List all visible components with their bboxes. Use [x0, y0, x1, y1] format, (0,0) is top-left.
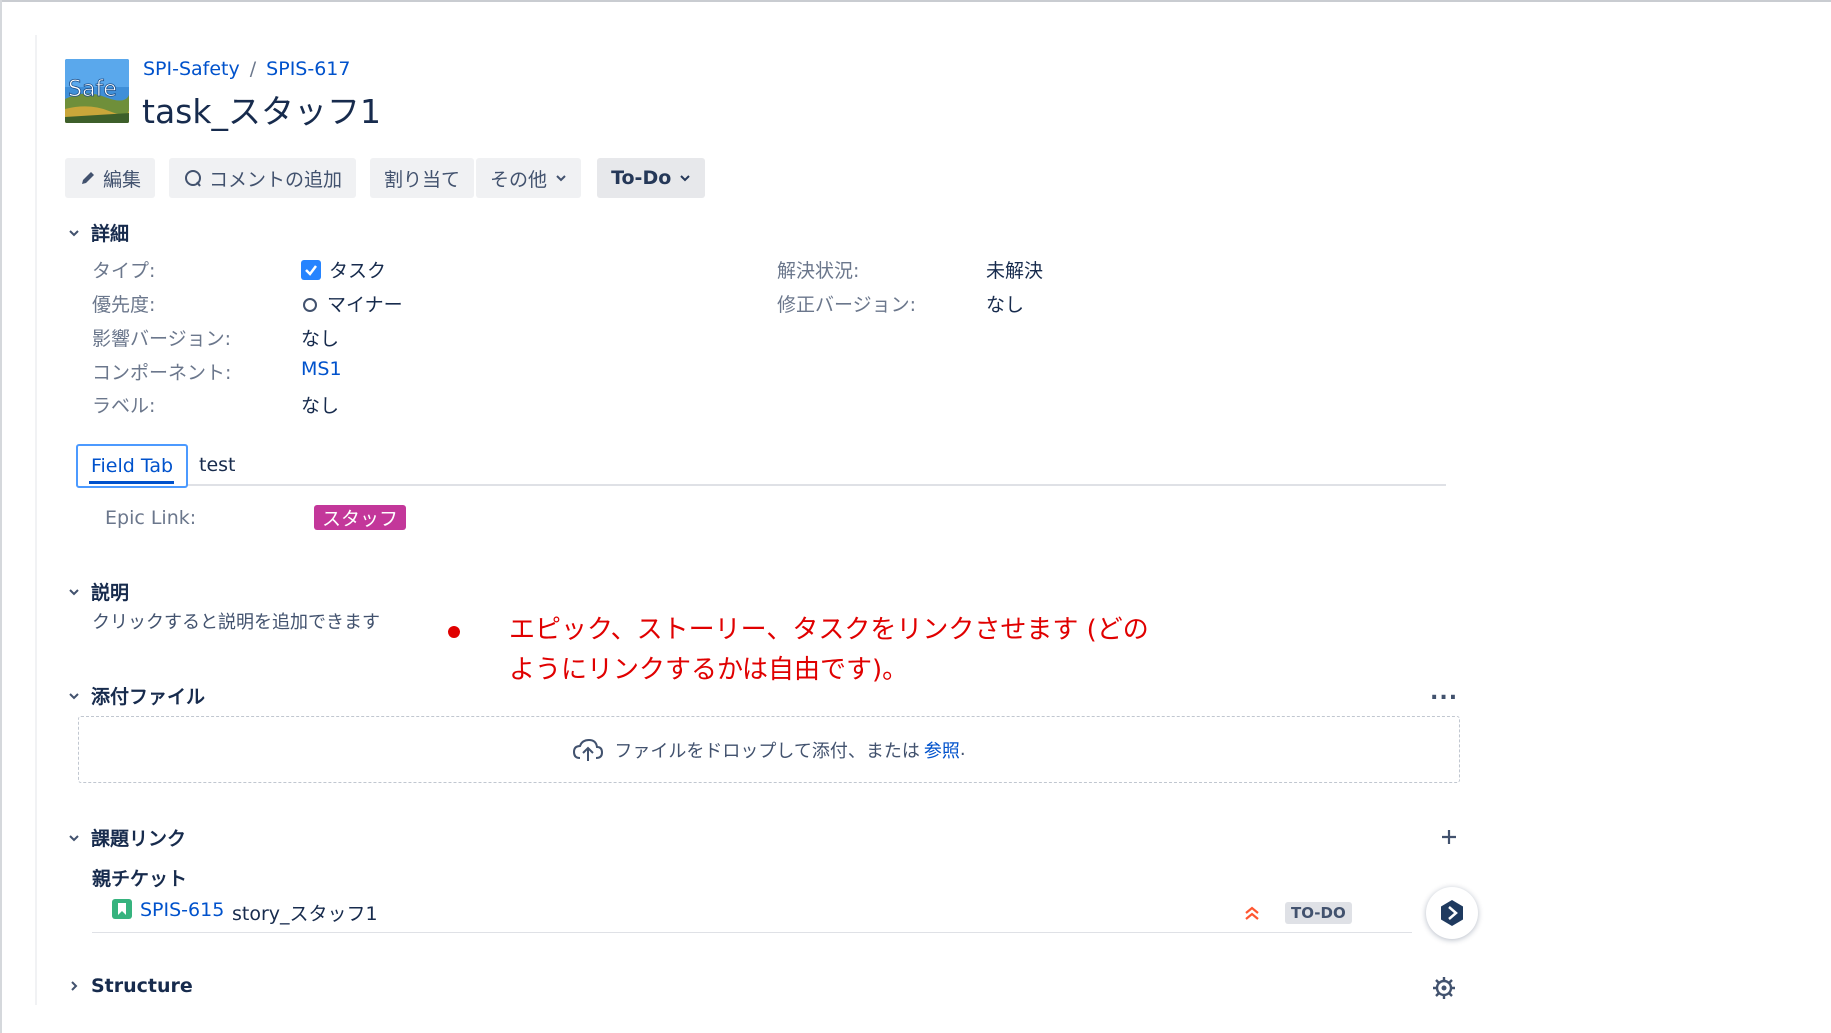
chevron-down-icon [65, 224, 83, 242]
affects-version-label: 影響バージョン: [92, 328, 232, 350]
browse-link[interactable]: 参照 [924, 737, 960, 763]
add-link-button[interactable] [1437, 825, 1461, 849]
component-label: コンポーネント: [92, 362, 232, 384]
annotation-note: エピック、ストーリー、タスクをリンクさせます (どの ようにリンクするかは自由で… [509, 610, 1229, 690]
plus-icon [1442, 830, 1456, 844]
component-link[interactable]: MS1 [301, 358, 342, 380]
chevron-down-icon [65, 583, 83, 601]
breadcrumb-project-link[interactable]: SPI-Safety [143, 58, 240, 80]
app-hexagon-icon [1441, 900, 1463, 926]
issue-title[interactable]: task_スタッフ1 [142, 85, 381, 133]
project-avatar[interactable]: Safe [65, 59, 129, 123]
assign-button-label: 割り当て [384, 168, 461, 191]
chevron-right-icon [65, 977, 83, 995]
priority-label: 優先度: [92, 294, 156, 316]
chevron-down-icon [679, 172, 691, 184]
highest-priority-icon [1242, 903, 1262, 923]
action-button-group: 割り当て その他 [370, 158, 583, 198]
pencil-icon [79, 169, 97, 187]
priority-value[interactable]: マイナー [301, 290, 403, 317]
add-comment-button[interactable]: コメントの追加 [169, 158, 357, 198]
description-section-header[interactable]: 説明 [65, 578, 129, 605]
description-section-title: 説明 [91, 582, 130, 604]
assign-button[interactable]: 割り当て [370, 158, 475, 198]
edit-button-label: 編集 [103, 168, 142, 191]
status-transition-button[interactable]: To-Do [597, 158, 706, 198]
linked-issue-summary[interactable]: story_スタッフ1 [232, 899, 378, 926]
epic-link-label: Epic Link: [105, 507, 197, 529]
parent-ticket-heading: 親チケット [92, 868, 188, 890]
attachments-section-header[interactable]: 添付ファイル [65, 682, 205, 709]
details-section-title: 詳細 [91, 223, 130, 245]
issue-links-section-title: 課題リンク [91, 828, 187, 850]
task-type-icon [301, 259, 321, 280]
edit-button[interactable]: 編集 [65, 158, 156, 198]
linked-issue-row[interactable]: SPIS-615 story_スタッフ1 TO-DO [92, 893, 1412, 933]
breadcrumb: SPI-Safety / SPIS-617 [143, 58, 350, 80]
chevron-down-icon [65, 687, 83, 705]
chevron-down-icon [555, 172, 567, 184]
annotation-bullet [448, 626, 460, 638]
comment-icon [183, 168, 203, 188]
more-actions-button[interactable]: その他 [476, 158, 582, 198]
status-button-label: To-Do [611, 167, 672, 189]
tab-bar-divider [76, 484, 1446, 486]
tab-test[interactable]: test [199, 454, 236, 476]
window-top-border [0, 0, 1831, 2]
project-avatar-image: Safe [65, 59, 129, 123]
status-badge: TO-DO [1285, 902, 1352, 924]
add-comment-button-label: コメントの追加 [209, 168, 343, 191]
type-value-text: タスク [329, 260, 387, 282]
more-actions-button-label: その他 [490, 168, 548, 191]
attachments-section-title: 添付ファイル [91, 686, 206, 708]
chevron-down-icon [65, 829, 83, 847]
gear-icon [1433, 977, 1455, 999]
tab-field-tab-label: Field Tab [90, 455, 174, 477]
annotation-line-2: ようにリンクするかは自由です)。 [509, 655, 909, 685]
svg-text:Safe: Safe [68, 77, 117, 102]
structure-section-title: Structure [91, 975, 193, 997]
type-label: タイプ: [92, 260, 156, 282]
window-left-border [0, 0, 2, 1033]
resolution-label: 解決状況: [777, 260, 860, 282]
dropzone-text: ファイルをドロップして添付、または [614, 740, 920, 762]
priority-value-text: マイナー [327, 294, 403, 316]
active-tab-indicator [89, 481, 174, 484]
fix-version-label: 修正バージョン: [777, 294, 917, 316]
dropzone-text-end: . [959, 739, 966, 760]
breadcrumb-issue-link[interactable]: SPIS-617 [266, 58, 350, 80]
affects-version-value: なし [301, 328, 340, 350]
minor-priority-icon [301, 295, 319, 313]
structure-section-header[interactable]: Structure [65, 975, 193, 997]
fix-version-value: なし [986, 294, 1025, 316]
resolution-value: 未解決 [986, 260, 1044, 282]
description-placeholder[interactable]: クリックすると説明を追加できます [92, 608, 380, 634]
attachment-dropzone[interactable]: ファイルをドロップして添付、または 参照 . [78, 716, 1460, 783]
cloud-upload-icon [572, 737, 604, 763]
story-icon [112, 899, 132, 919]
details-section-header[interactable]: 詳細 [65, 219, 129, 246]
issue-links-section-header[interactable]: 課題リンク [65, 824, 186, 851]
attachments-more-button[interactable]: ... [1430, 680, 1458, 705]
linked-issue-key[interactable]: SPIS-615 [140, 899, 224, 921]
structure-settings-button[interactable] [1431, 975, 1457, 1001]
type-value[interactable]: タスク [301, 256, 386, 283]
floating-app-button[interactable] [1426, 887, 1478, 939]
annotation-line-1: エピック、ストーリー、タスクをリンクさせます (どの [509, 615, 1149, 645]
breadcrumb-separator: / [249, 58, 257, 80]
labels-value: なし [301, 395, 340, 417]
epic-link-lozenge[interactable]: スタッフ [314, 505, 407, 530]
issue-toolbar: 編集 コメントの追加 割り当て その他 To-Do [65, 158, 719, 198]
content-side-rule [35, 35, 37, 1005]
labels-label: ラベル: [92, 395, 156, 417]
